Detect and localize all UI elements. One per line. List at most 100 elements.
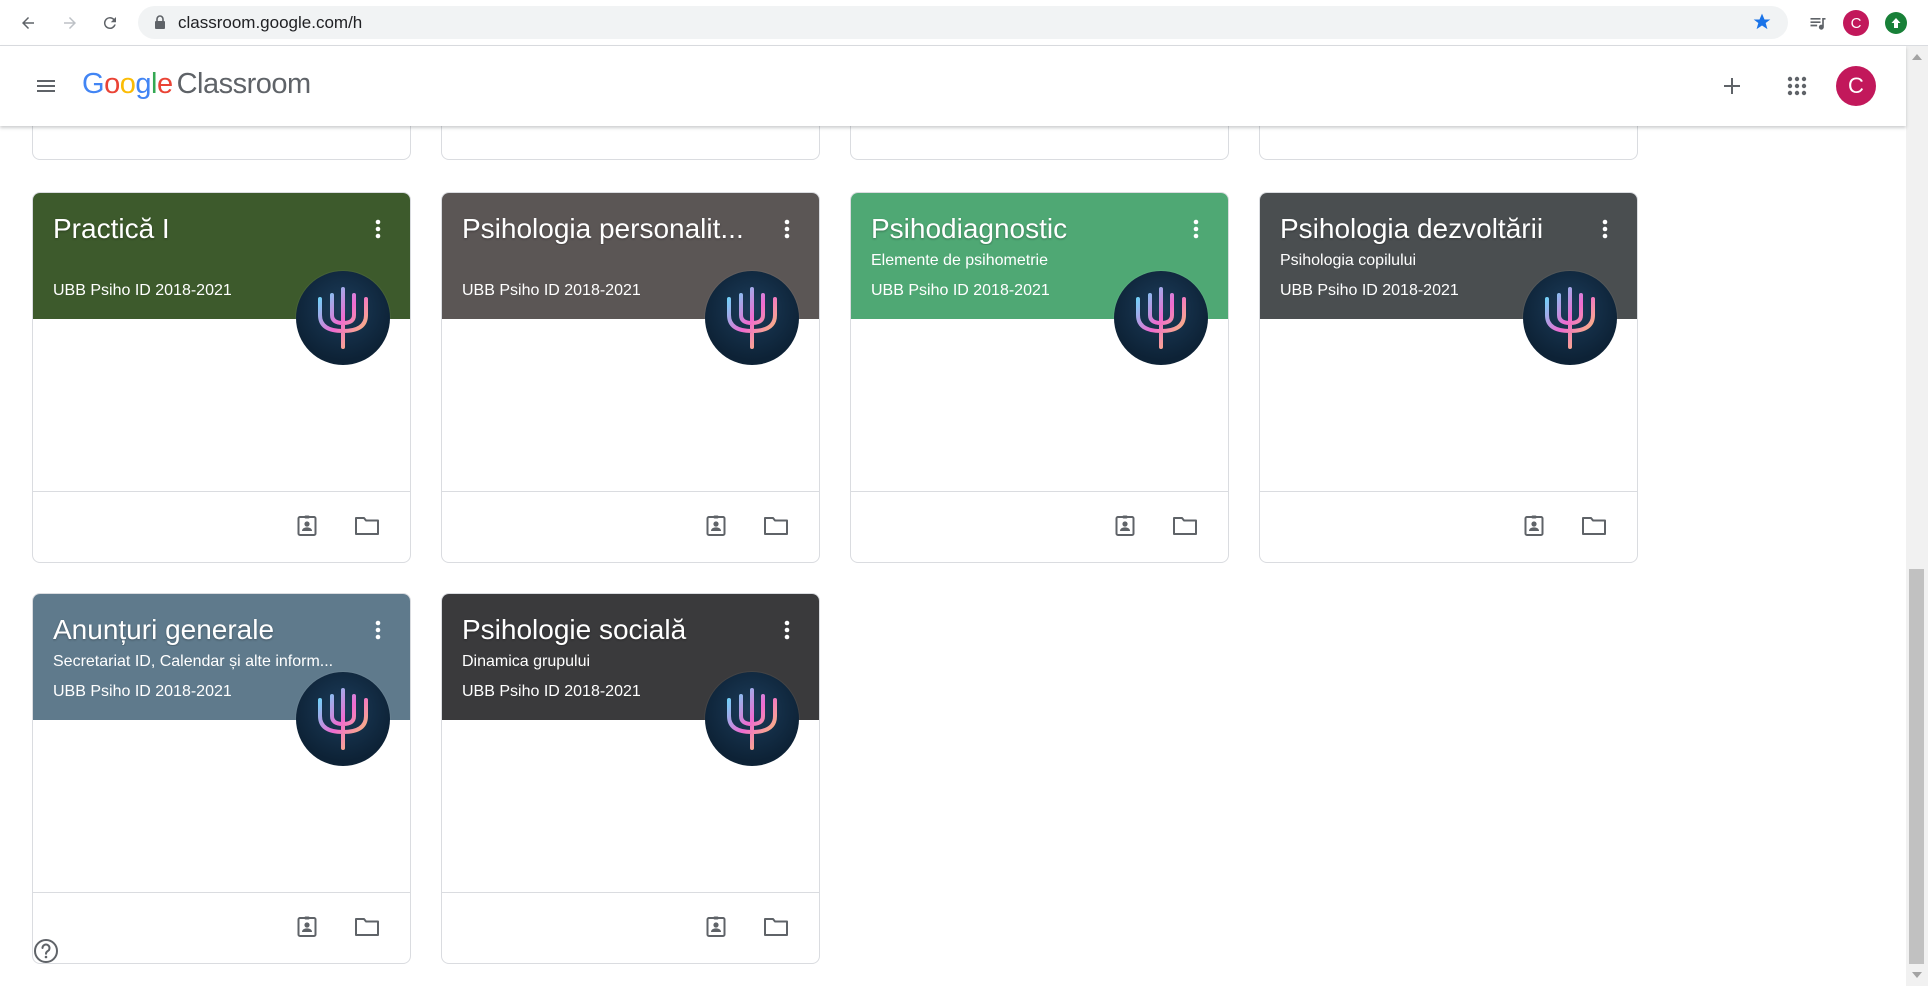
card-footer	[1260, 491, 1637, 562]
classroom-logo[interactable]: Google Classroom	[82, 68, 311, 101]
arrow-back-icon	[22, 17, 34, 29]
help-button[interactable]	[32, 937, 60, 965]
class-card[interactable]: Anunțuri generale Secretariat ID, Calend…	[32, 593, 411, 964]
class-avatar	[1114, 271, 1208, 365]
class-options-button[interactable]	[366, 618, 390, 642]
update-button[interactable]	[1882, 9, 1910, 37]
bookmark-star-icon[interactable]	[1752, 12, 1772, 32]
more-vert-icon	[1193, 219, 1199, 239]
media-control-button[interactable]	[1804, 9, 1832, 37]
drive-folder-button[interactable]	[1578, 510, 1610, 542]
class-section: Psihologia copilului	[1280, 252, 1417, 269]
apps-grid-icon	[1787, 76, 1807, 96]
drive-folder-button[interactable]	[760, 911, 792, 943]
class-title[interactable]: Practică I	[53, 213, 353, 245]
psi-icon	[727, 287, 777, 349]
card-footer	[33, 892, 410, 963]
scroll-up-icon[interactable]	[1912, 54, 1922, 60]
folder-icon	[1582, 517, 1606, 535]
class-card[interactable]: Psihologia dezvoltării Psihologia copilu…	[1259, 192, 1638, 563]
address-bar[interactable]: classroom.google.com/h	[138, 6, 1788, 39]
browser-toolbar: classroom.google.com/h C	[0, 0, 1928, 46]
psi-icon	[1136, 287, 1186, 349]
class-avatar	[296, 271, 390, 365]
folder-icon	[355, 517, 379, 535]
assignment-ind-icon	[706, 916, 726, 937]
url-text: classroom.google.com/h	[178, 13, 363, 32]
class-owner[interactable]: UBB Psiho ID 2018-2021	[462, 282, 641, 300]
folder-icon	[1173, 517, 1197, 535]
playlist-icon	[1810, 18, 1826, 30]
class-title[interactable]: Psihodiagnostic	[871, 213, 1171, 245]
assignment-ind-icon	[297, 515, 317, 536]
class-avatar	[1523, 271, 1617, 365]
create-join-button[interactable]	[1712, 66, 1752, 106]
more-vert-icon	[375, 620, 381, 640]
reload-button[interactable]	[96, 9, 124, 37]
psi-icon	[318, 688, 368, 750]
class-owner[interactable]: UBB Psiho ID 2018-2021	[53, 282, 232, 300]
your-work-button[interactable]	[1518, 510, 1550, 542]
psi-icon	[727, 688, 777, 750]
class-options-button[interactable]	[1593, 217, 1617, 241]
scroll-down-icon[interactable]	[1912, 972, 1922, 978]
more-vert-icon	[784, 620, 790, 640]
drive-folder-button[interactable]	[351, 911, 383, 943]
assignment-ind-icon	[1115, 515, 1135, 536]
class-avatar	[705, 672, 799, 766]
class-section: Secretariat ID, Calendar și alte inform.…	[53, 653, 334, 670]
class-title[interactable]: Psihologia personalit...	[462, 213, 762, 245]
class-title[interactable]: Psihologia dezvoltării	[1280, 213, 1580, 245]
scrollbar-thumb[interactable]	[1909, 569, 1924, 964]
main-menu-button[interactable]	[28, 68, 64, 104]
forward-button[interactable]	[56, 9, 84, 37]
account-button[interactable]: C	[1836, 66, 1876, 106]
your-work-button[interactable]	[1109, 510, 1141, 542]
folder-icon	[355, 918, 379, 936]
plus-icon	[1724, 78, 1740, 94]
class-card[interactable]: Psihodiagnostic Elemente de psihometrie …	[850, 192, 1229, 563]
class-options-button[interactable]	[775, 618, 799, 642]
class-title[interactable]: Psihologie socială	[462, 614, 762, 646]
more-vert-icon	[1602, 219, 1608, 239]
hamburger-menu-icon	[37, 80, 55, 92]
back-button[interactable]	[14, 9, 42, 37]
account-avatar: C	[1836, 66, 1876, 106]
card-footer	[442, 491, 819, 562]
assignment-ind-icon	[1524, 515, 1544, 536]
folder-icon	[764, 517, 788, 535]
update-icon	[1885, 12, 1907, 34]
class-avatar	[296, 672, 390, 766]
folder-icon	[764, 918, 788, 936]
google-apps-button[interactable]	[1777, 66, 1817, 106]
class-options-button[interactable]	[775, 217, 799, 241]
your-work-button[interactable]	[291, 510, 323, 542]
class-card[interactable]: Psihologie socială Dinamica grupului UBB…	[441, 593, 820, 964]
class-owner[interactable]: UBB Psiho ID 2018-2021	[53, 683, 232, 701]
psi-icon	[318, 287, 368, 349]
class-card[interactable]: Practică I UBB Psiho ID 2018-2021	[32, 192, 411, 563]
app-header: Google Classroom C	[0, 46, 1906, 126]
more-vert-icon	[375, 219, 381, 239]
class-owner[interactable]: UBB Psiho ID 2018-2021	[462, 683, 641, 701]
class-title[interactable]: Anunțuri generale	[53, 614, 353, 646]
profile-avatar: C	[1843, 10, 1869, 36]
drive-folder-button[interactable]	[351, 510, 383, 542]
lock-icon	[155, 15, 165, 29]
drive-folder-button[interactable]	[1169, 510, 1201, 542]
card-footer	[851, 491, 1228, 562]
your-work-button[interactable]	[700, 911, 732, 943]
class-options-button[interactable]	[1184, 217, 1208, 241]
page-scrollbar[interactable]	[1906, 46, 1928, 986]
arrow-forward-icon	[64, 17, 76, 29]
drive-folder-button[interactable]	[760, 510, 792, 542]
class-options-button[interactable]	[366, 217, 390, 241]
profile-button[interactable]: C	[1842, 9, 1870, 37]
your-work-button[interactable]	[291, 911, 323, 943]
class-card[interactable]: Psihologia personalit... UBB Psiho ID 20…	[441, 192, 820, 563]
class-owner[interactable]: UBB Psiho ID 2018-2021	[1280, 282, 1459, 300]
your-work-button[interactable]	[700, 510, 732, 542]
help-icon	[34, 939, 58, 963]
class-owner[interactable]: UBB Psiho ID 2018-2021	[871, 282, 1050, 300]
class-avatar	[705, 271, 799, 365]
